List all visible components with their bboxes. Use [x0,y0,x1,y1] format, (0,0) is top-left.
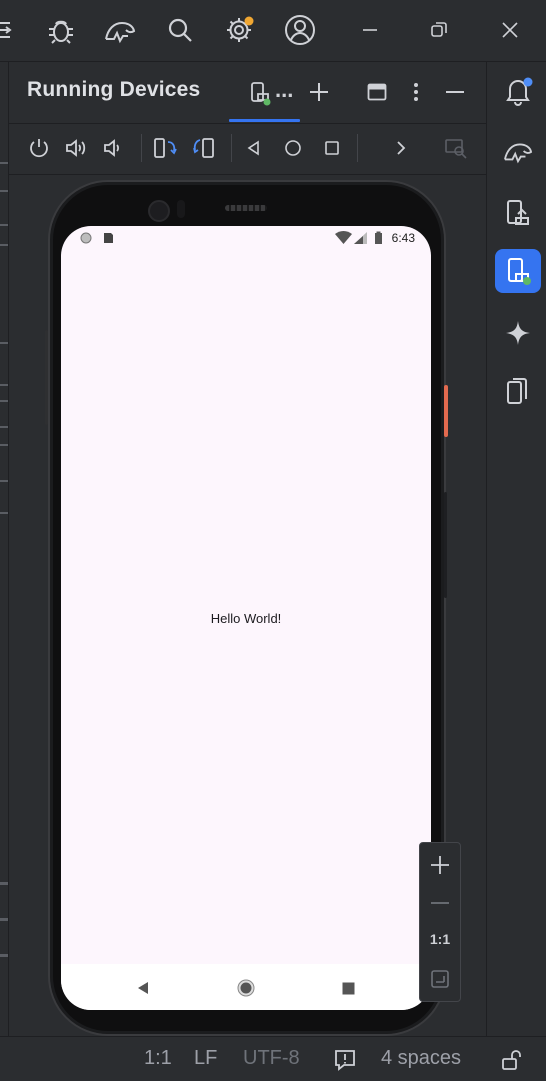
overview-icon[interactable] [318,134,346,162]
right-tool-strip [486,62,546,1036]
front-camera [148,200,170,222]
android-nav-bar [61,964,431,1010]
account-icon[interactable] [282,12,318,48]
restore-icon[interactable] [421,12,457,48]
search-icon[interactable] [162,12,198,48]
zoom-in-icon[interactable] [426,851,454,879]
rotate-right-icon[interactable] [189,134,219,162]
device-manager-icon[interactable] [501,196,535,230]
expand-icon[interactable] [387,134,415,162]
running-devices-icon [501,254,535,288]
volume-up-icon[interactable] [62,134,90,162]
status-bar-left [79,231,127,245]
home-icon[interactable] [279,134,307,162]
device-screen[interactable]: 6:43 Hello World! [61,226,431,1010]
gemini-icon[interactable] [501,316,535,350]
app-inspection-icon[interactable] [500,134,536,168]
running-devices-tool-button[interactable] [495,249,541,293]
earpiece-speaker [225,205,267,211]
minimize-icon[interactable] [352,12,388,48]
layout-icon[interactable] [362,77,392,107]
battery-icon [375,233,382,244]
hide-icon[interactable] [440,77,470,107]
nav-overview-icon[interactable] [338,978,358,998]
cursor-position[interactable]: 1:1 [144,1047,172,1070]
screenshot-icon[interactable] [441,134,471,162]
bug-icon[interactable] [43,12,79,48]
message-icon[interactable] [331,1046,359,1074]
phone-volume-button[interactable] [444,492,447,598]
unlock-icon[interactable] [497,1046,525,1074]
left-tool-strip [0,62,9,1036]
power-icon[interactable] [25,134,53,162]
device-explorer-icon[interactable] [501,374,535,408]
phone-power-button[interactable] [444,385,448,437]
wifi-icon [335,231,352,244]
file-encoding[interactable]: UTF-8 [243,1047,300,1070]
device-tab-icon[interactable] [245,78,275,108]
panel-header: Running Devices ... [9,62,486,124]
title-bar [0,0,546,62]
zoom-toolbar: 1:1 [419,842,461,1002]
rotate-left-icon[interactable] [150,134,180,162]
line-ending[interactable]: LF [194,1047,217,1070]
front-sensor [177,200,185,218]
hello-text: Hello World! [210,611,282,626]
volume-down-icon[interactable] [99,134,127,162]
zoom-actual-size-button[interactable]: 1:1 [420,931,460,947]
device-tab-label[interactable]: ... [275,77,293,103]
status-time: 6:43 [391,231,415,245]
device-toolbar [9,124,486,175]
panel-title: Running Devices [27,78,201,101]
status-icons [334,230,384,246]
status-bar: 1:1 LF UTF-8 4 spaces [0,1036,546,1081]
menu-icon[interactable] [0,14,16,46]
nav-back-icon[interactable] [133,978,153,998]
back-icon[interactable] [240,134,268,162]
zoom-fit-icon[interactable] [428,967,452,991]
notifications-icon[interactable] [501,74,535,108]
profiler-icon[interactable] [100,12,140,48]
close-icon[interactable] [492,12,528,48]
settings-icon[interactable] [221,12,257,48]
nav-home-icon[interactable] [235,977,257,999]
more-icon[interactable] [401,77,431,107]
indent-setting[interactable]: 4 spaces [381,1047,461,1070]
add-icon[interactable] [304,77,334,107]
active-tab-indicator [229,119,300,122]
zoom-out-icon[interactable] [426,889,454,917]
